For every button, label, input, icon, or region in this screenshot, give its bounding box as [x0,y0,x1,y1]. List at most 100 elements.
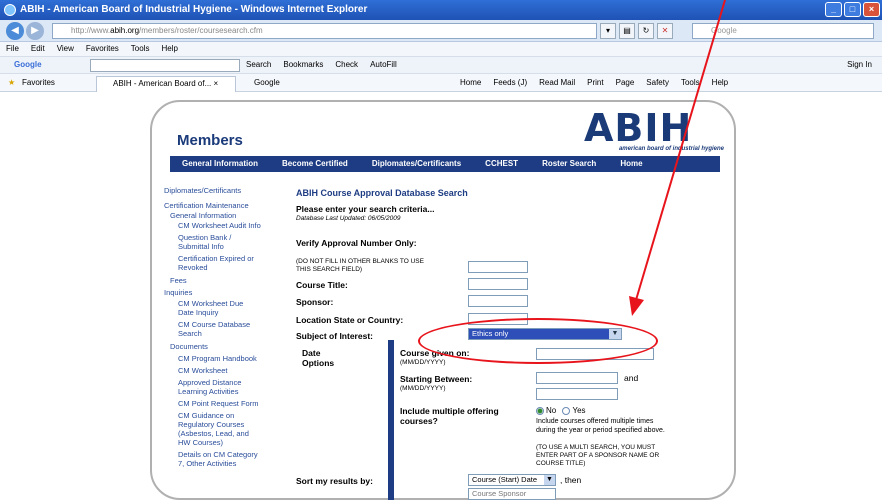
command-button[interactable]: Help [712,74,728,92]
sidebar-item[interactable]: Approved Distance [178,378,241,387]
multiple-offering-label: Include multiple offering courses? [400,406,499,426]
forward-icon[interactable]: ▶ [26,22,44,40]
end-date-input[interactable] [536,388,618,400]
sidebar-item[interactable]: CM Guidance on [178,411,234,420]
sponsor-input[interactable] [468,295,528,307]
sponsor-label: Sponsor: [296,297,334,307]
start-date-input[interactable] [536,372,618,384]
menu-item[interactable]: Favorites [86,44,119,53]
sidebar-item[interactable]: Learning Activities [178,387,238,396]
sidebar-item[interactable]: (Asbestos, Lead, and [178,429,249,438]
sidebar-item[interactable]: CM Program Handbook [178,354,257,363]
menu-item[interactable]: Tools [131,44,150,53]
menu-item[interactable]: File [6,44,19,53]
favorites-bar: ★ Favorites ABIH - American Board of... … [0,74,882,92]
abih-logo: ABIH american board of industrial hygien… [584,106,724,152]
no-radio[interactable] [536,406,544,415]
compatibility-icon[interactable]: ▤ [619,23,635,39]
sidebar-item[interactable]: Date Inquiry [178,308,218,317]
sidebar-item[interactable]: Regulatory Courses [178,420,244,429]
approval-number-input[interactable] [468,261,528,273]
sidebar-item[interactable]: Documents [170,342,208,351]
google-tool[interactable]: Search [246,57,271,73]
command-button[interactable]: Feeds (J) [493,74,527,92]
site-nav-item[interactable]: Home [608,156,654,172]
google-tool[interactable]: Check [335,57,358,73]
sign-in-link[interactable]: Sign In [847,57,872,73]
site-nav-item[interactable]: Diplomates/Certificants [360,156,473,172]
sidebar-item[interactable]: CM Worksheet [178,366,227,375]
google-tool[interactable]: Bookmarks [283,57,323,73]
sort-select[interactable]: Course (Start) Date ▼ [468,474,556,486]
command-button[interactable]: Print [587,74,603,92]
command-button[interactable]: Safety [646,74,669,92]
sidebar-item[interactable]: CM Worksheet Due [178,299,243,308]
back-icon[interactable]: ◀ [6,22,24,40]
command-button[interactable]: Page [616,74,635,92]
sidebar-item[interactable]: Question Bank / [178,233,231,242]
web-search-input[interactable]: Google [692,23,874,39]
command-button[interactable]: Tools [681,74,700,92]
site-nav: General Information Become Certified Diplo… [170,156,720,172]
tab-abih[interactable]: ABIH - American Board of... × [96,76,236,92]
annotation-ellipse [418,318,658,364]
sidebar-item[interactable]: HW Courses) [178,438,223,447]
sidebar-item[interactable]: 7, Other Activities [178,459,236,468]
sidebar-item[interactable]: Certification Expired or [178,254,254,263]
refresh-icon[interactable]: ↻ [638,23,654,39]
tab-google[interactable]: Google [240,76,280,90]
verify-note: (DO NOT FILL IN OTHER BLANKS TO USE THIS… [296,258,424,273]
multiple-offering-radios: No Yes [536,406,586,415]
sidebar-item[interactable]: CM Course Database [178,320,250,329]
favorites-button[interactable]: Favorites [22,74,55,92]
subject-label: Subject of Interest: [296,331,373,341]
sidebar-item[interactable]: Details on CM Category [178,450,258,459]
page-content: Members ABIH american board of industria… [0,92,882,500]
menu-item[interactable]: View [57,44,74,53]
menu-bar: File Edit View Favorites Tools Help [0,42,882,56]
google-toolbar: Google Search Bookmarks Check AutoFill Sign… [0,56,882,74]
location-label: Location State or Country: [296,315,404,325]
menu-item[interactable]: Help [161,44,177,53]
command-button[interactable]: Home [460,74,481,92]
site-nav-item[interactable]: General Information [170,156,270,172]
course-title-input[interactable] [468,278,528,290]
sidebar-item[interactable]: CM Point Request Form [178,399,258,408]
command-bar: Home Feeds (J) Read Mail Print Page Safety Too… [460,74,728,92]
starting-between-label: Starting Between: [400,374,473,384]
site-nav-item[interactable]: CCHEST [473,156,530,172]
google-tools: Search Bookmarks Check AutoFill [246,57,397,73]
sort-select-2[interactable]: Course Sponsor [468,488,556,500]
menu-item[interactable]: Edit [31,44,45,53]
sidebar-item[interactable]: Diplomates/Certificants [164,186,241,195]
sidebar-item[interactable]: Search [178,329,202,338]
site-nav-item[interactable]: Become Certified [270,156,360,172]
sidebar-item[interactable]: General Information [170,211,236,220]
date-options-divider [388,340,394,500]
google-tool[interactable]: AutoFill [370,57,397,73]
multi-search-note: (TO USE A MULTI SEARCH, YOU MUST ENTER P… [536,444,660,467]
dropdown-icon[interactable]: ▾ [600,23,616,39]
sidebar-item[interactable]: CM Worksheet Audit Info [178,221,261,230]
sidebar-item[interactable]: Inquiries [164,288,192,297]
criteria-text: Please enter your search criteria... [296,204,435,214]
command-button[interactable]: Read Mail [539,74,575,92]
window-title-bar: ABIH - American Board of Industrial Hygi… [0,0,882,20]
yes-radio[interactable] [562,406,571,415]
google-search-input[interactable] [90,59,240,72]
url-input[interactable]: http://www.abih.org/members/roster/cours… [52,23,597,39]
stop-icon[interactable]: ✕ [657,23,673,39]
page-frame: Members ABIH american board of industria… [150,100,736,500]
site-nav-item[interactable]: Roster Search [530,156,608,172]
close-tab-icon[interactable]: × [214,79,219,88]
minimize-button[interactable]: _ [825,2,842,17]
maximize-button[interactable]: □ [844,2,861,17]
sidebar-item[interactable]: Revoked [178,263,208,272]
sidebar-item[interactable]: Fees [170,276,187,285]
sidebar-item[interactable]: Submittal Info [178,242,224,251]
close-button[interactable]: × [863,2,880,17]
sidebar-item[interactable]: Certification Maintenance [164,201,249,210]
chevron-down-icon[interactable]: ▼ [544,475,555,485]
window-title: ABIH - American Board of Industrial Hygi… [20,4,368,15]
ie-logo-icon [4,4,16,16]
